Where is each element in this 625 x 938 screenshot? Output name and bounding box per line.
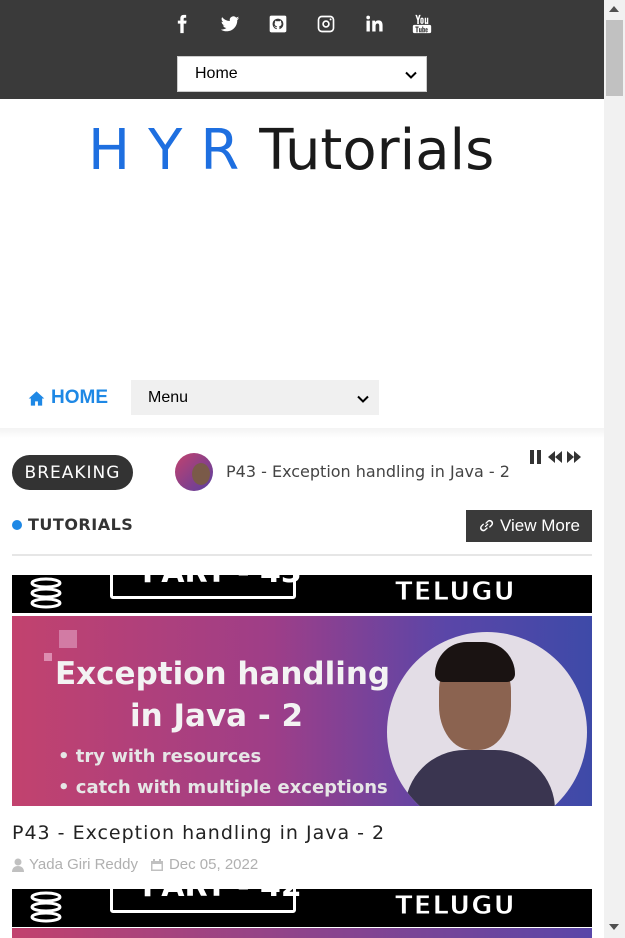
main-nav: HOME Menu [0,366,604,428]
coins-icon [30,891,62,923]
scroll-up-arrow-icon[interactable] [609,6,619,12]
strip2-language: TELUGU [395,891,516,922]
post2-thumbnail-strip[interactable]: PART - 42 TELUGU [12,889,592,927]
nav-home-label: HOME [51,387,108,408]
top-bar: Home [0,0,604,99]
section-dot-icon [12,519,22,530]
image-bullet-1: • try with resources [58,746,262,767]
chevron-down-icon [357,395,369,403]
chevron-down-icon [405,71,417,79]
ticker-controls [528,449,582,465]
page-select[interactable]: Home [177,56,427,92]
logo-tutorials: Tutorials [259,118,495,183]
page: Home HYR Tutorials HOME Menu BREAKING P4… [0,0,604,938]
next-icon[interactable] [566,449,582,465]
user-icon [12,858,24,872]
nav-shadow [0,428,604,438]
section-header: TUTORIALS [12,515,133,534]
facebook-icon[interactable] [170,12,194,36]
home-icon [28,390,45,406]
breaking-headline[interactable]: P43 - Exception handling in Java - 2 [226,462,510,481]
strip-part-text: PART - 43 [142,575,302,590]
social-links [0,12,604,36]
menu-select[interactable]: Menu [131,380,379,415]
twitter-icon[interactable] [218,12,242,36]
image-title-line2: in Java - 2 [130,698,304,734]
post-meta: Yada Giri Reddy Dec 05, 2022 [12,856,258,873]
post-date: Dec 05, 2022 [168,856,259,873]
section-divider [12,554,592,556]
author-portrait [387,632,587,806]
image-title-line1: Exception handling [55,656,391,692]
scrollbar[interactable] [604,0,625,938]
image-bullet-2: • catch with multiple exceptions [58,777,388,798]
calendar-icon [150,858,163,871]
page-select-value: Home [195,65,238,82]
nav-home-link[interactable]: HOME [28,387,108,409]
instagram-icon[interactable] [314,12,338,36]
post-title[interactable]: P43 - Exception handling in Java - 2 [12,822,385,844]
link-icon [480,519,494,532]
post2-featured-image[interactable] [12,928,592,938]
strip2-part-text: PART - 42 [142,889,302,904]
linkedin-icon[interactable] [362,12,386,36]
pause-icon[interactable] [528,449,544,465]
view-more-button[interactable]: View More [466,510,592,542]
breaking-label: BREAKING [12,455,133,490]
post-thumbnail-strip[interactable]: PART - 43 TELUGU [12,575,592,613]
breaking-thumbnail[interactable] [175,453,213,491]
previous-icon[interactable] [547,449,563,465]
logo-hyr: HYR [88,118,258,183]
site-logo[interactable]: HYR Tutorials [88,118,494,188]
github-icon[interactable] [266,12,290,36]
coins-icon [30,577,62,609]
post-author[interactable]: Yada Giri Reddy [29,856,138,873]
menu-select-value: Menu [148,388,189,406]
scroll-down-arrow-icon[interactable] [609,924,619,930]
section-title: TUTORIALS [28,515,134,534]
view-more-label: View More [500,516,580,535]
youtube-icon[interactable] [410,12,434,36]
strip-language: TELUGU [395,577,516,608]
post-featured-image[interactable]: Exception handling in Java - 2 • try wit… [12,616,592,806]
scrollbar-thumb[interactable] [606,20,623,96]
